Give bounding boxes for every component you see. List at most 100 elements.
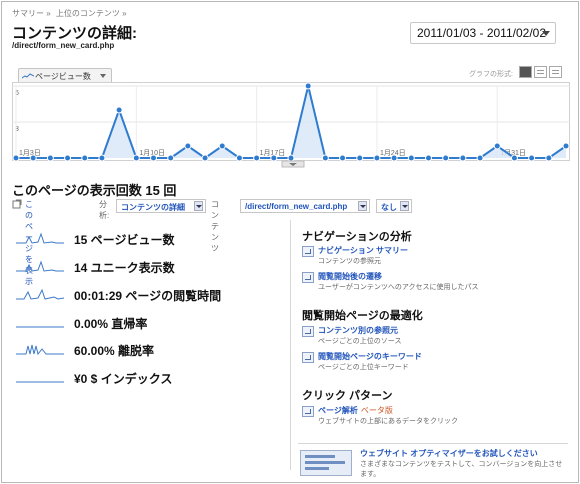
content-select[interactable]: /direct/form_new_card.php <box>240 199 370 213</box>
data-point <box>12 154 20 162</box>
data-point <box>562 142 570 150</box>
analysis-select-value: コンテンツの詳細 <box>121 203 185 212</box>
data-point <box>253 154 261 162</box>
stat-unique-views-text: 14 ユニーク表示数 <box>74 261 175 275</box>
optimizer-thumbnail <box>300 450 352 476</box>
data-point <box>98 154 106 162</box>
sparkline-icon <box>16 381 64 383</box>
beta-badge: ベータ版 <box>360 406 393 415</box>
views-heading: このページの表示回数 15 回 <box>12 183 177 198</box>
data-point <box>64 154 72 162</box>
nav-summary-link[interactable]: ナビゲーション サマリー <box>318 245 408 256</box>
data-point <box>132 154 140 162</box>
optimizer-link[interactable]: ウェブサイト オプティマイザーをお試しください <box>360 448 538 459</box>
data-point <box>545 154 553 162</box>
stat-dollar-index-text: ¥0 $ インデックス <box>74 372 173 386</box>
breadcrumb-summary[interactable]: サマリー » <box>12 9 51 18</box>
column-divider <box>290 220 291 470</box>
entrance-paths-link[interactable]: 閲覧開始後の遷移 <box>318 271 382 282</box>
graph-format-label: グラフの形式: <box>469 71 513 78</box>
chevron-down-icon <box>358 201 367 211</box>
data-point <box>356 154 364 162</box>
content-select-value: /direct/form_new_card.php <box>245 202 348 211</box>
entrance-keywords-desc: ページごとの上位キーワード <box>318 364 409 371</box>
analysis-label: 分析: <box>99 200 110 220</box>
navigation-icon <box>302 246 314 257</box>
nav-summary-desc: コンテンツの参照元 <box>318 258 381 265</box>
secondary-select[interactable]: なし <box>376 199 412 213</box>
view-page-icon[interactable] <box>12 199 24 213</box>
secondary-select-value: なし <box>381 203 397 212</box>
data-point <box>115 106 123 114</box>
entrance-sources-desc: ページごとの上位のソース <box>318 338 402 345</box>
data-point <box>29 154 37 162</box>
data-point <box>201 154 209 162</box>
graph-format-line-button[interactable] <box>519 66 532 78</box>
analysis-select[interactable]: コンテンツの詳細 <box>116 199 206 213</box>
date-range-picker[interactable]: 2011/01/03 - 2011/02/02 <box>410 22 556 44</box>
stat-exit-rate-text: 60.00% 離脱率 <box>74 344 155 358</box>
landing-optim-title: 閲覧開始ページの最適化 <box>302 310 423 322</box>
stat-time-on-page-text: 00:01:29 ページの閲覧時間 <box>74 289 222 303</box>
chevron-down-icon <box>400 201 409 211</box>
sparkline-icon <box>16 344 64 355</box>
stat-bounce-rate-text: 0.00% 直帰率 <box>74 317 148 331</box>
sparkline-icon <box>16 232 64 244</box>
page-analysis-link[interactable]: ページ解析 ベータ版 <box>318 405 393 416</box>
content-label: コンテンツ <box>211 200 219 253</box>
x-tick-label: 1月3日 <box>19 149 41 157</box>
page-analysis-label: ページ解析 <box>318 406 358 415</box>
sparkline-icon <box>16 326 64 328</box>
graph-format-table-button[interactable] <box>534 66 547 78</box>
optimizer-desc-cont: ます。 <box>360 471 381 478</box>
breadcrumb-top-content[interactable]: 上位のコンテンツ » <box>56 9 127 18</box>
optimizer-promo: ウェブサイト オプティマイザーをお試しください さまざまなコンテンツをテストして… <box>298 443 568 479</box>
data-point <box>235 154 243 162</box>
metric-selector[interactable]: ページビュー数 <box>18 68 112 82</box>
data-point <box>287 154 295 162</box>
chevron-down-icon <box>100 74 106 78</box>
entrance-sources-row: コンテンツ別の参照元 ページごとの上位のソース <box>302 325 562 347</box>
entrance-paths-desc: ユーザーがコンテンツへのアクセスに使用したパス <box>318 284 479 291</box>
data-point <box>528 154 536 162</box>
page-path: /direct/form_new_card.php <box>12 41 115 50</box>
page-title: コンテンツの詳細: <box>12 25 137 42</box>
page-analysis-row: ページ解析 ベータ版 ウェブサイトの上部にあるデータをクリック <box>302 405 562 427</box>
nav-analysis-title: ナビゲーションの分析 <box>302 231 412 243</box>
metric-label: ページビュー数 <box>35 72 91 81</box>
data-point <box>407 154 415 162</box>
data-point <box>270 154 278 162</box>
data-point <box>184 142 192 150</box>
chart-area: ページビュー数 グラフの形式: 6 3 1月3日 1月10日 1月17日 1月24日 1月3… <box>12 62 570 172</box>
navigation-icon <box>302 326 314 337</box>
data-point <box>321 154 329 162</box>
data-point <box>304 82 312 90</box>
data-point <box>167 154 175 162</box>
entrance-keywords-row: 閲覧開始ページのキーワード ページごとの上位キーワード <box>302 351 562 373</box>
data-point <box>218 142 226 150</box>
graph-format-bar-button[interactable] <box>549 66 562 78</box>
navigation-icon <box>302 352 314 363</box>
navigation-icon <box>302 272 314 283</box>
data-point <box>459 154 467 162</box>
date-range-text: 2011/01/03 - 2011/02/02 <box>417 26 546 40</box>
data-point <box>81 154 89 162</box>
entrance-sources-link[interactable]: コンテンツ別の参照元 <box>318 325 398 336</box>
chevron-down-icon <box>542 31 550 36</box>
data-point <box>493 142 501 150</box>
page-analysis-icon <box>302 406 314 417</box>
data-point <box>442 154 450 162</box>
nav-summary-row: ナビゲーション サマリー コンテンツの参照元 <box>302 245 562 267</box>
pageviews-line-chart: 631月3日 1月10日 1月17日 1月24日 1月31日 <box>12 82 570 168</box>
data-point <box>425 154 432 162</box>
entrance-keywords-link[interactable]: 閲覧開始ページのキーワード <box>318 351 422 362</box>
view-page-link[interactable]: このページを表示 <box>25 199 33 286</box>
page-analysis-desc: ウェブサイトの上部にあるデータをクリック <box>318 418 458 425</box>
data-point <box>46 154 54 162</box>
sparkline-icon <box>16 288 64 300</box>
data-point <box>510 154 518 162</box>
sparkline-icon <box>22 73 34 79</box>
data-point <box>339 154 347 162</box>
data-point <box>476 154 484 162</box>
data-point <box>390 154 398 162</box>
